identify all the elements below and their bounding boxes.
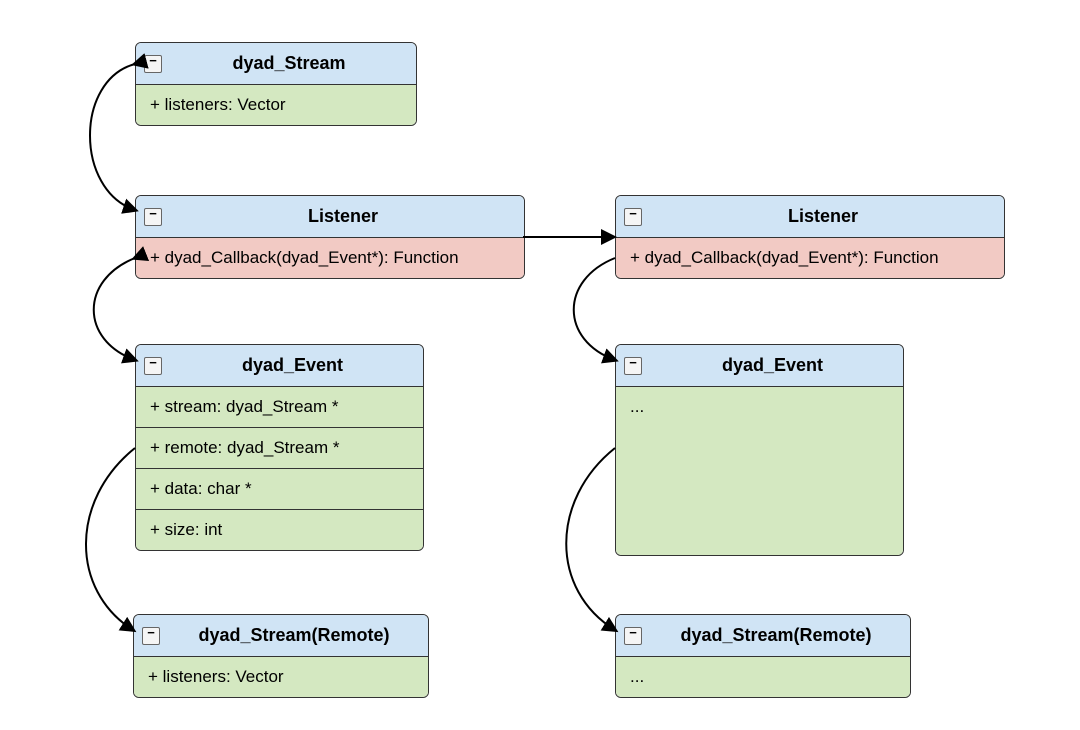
class-attribute: ... [616,657,910,697]
class-dyad-event-right: − dyad_Event ... [615,344,904,556]
collapse-toggle[interactable]: − [144,55,162,73]
class-title: − Listener [616,196,1004,238]
class-dyad-stream: − dyad_Stream + listeners: Vector [135,42,417,126]
class-attribute: + listeners: Vector [134,657,428,697]
collapse-toggle[interactable]: − [624,357,642,375]
class-attribute: + stream: dyad_Stream * [136,387,423,428]
diagram-canvas: − dyad_Stream + listeners: Vector − List… [20,20,1060,690]
collapse-toggle[interactable]: − [624,627,642,645]
collapse-toggle[interactable]: − [142,627,160,645]
class-title: − dyad_Event [136,345,423,387]
class-title: − Listener [136,196,524,238]
class-title-text: Listener [788,206,858,226]
collapse-toggle[interactable]: − [624,208,642,226]
class-title-text: dyad_Event [242,355,343,375]
class-title-text: dyad_Stream(Remote) [198,625,389,645]
class-title: − dyad_Stream [136,43,416,85]
class-listener-left: − Listener + dyad_Callback(dyad_Event*):… [135,195,525,279]
class-title-text: dyad_Stream(Remote) [680,625,871,645]
class-attribute: + size: int [136,510,423,550]
collapse-toggle[interactable]: − [144,357,162,375]
class-title: − dyad_Event [616,345,903,387]
class-title-text: dyad_Stream [232,53,345,73]
class-title-text: dyad_Event [722,355,823,375]
class-attribute: + data: char * [136,469,423,510]
class-title-text: Listener [308,206,378,226]
class-attribute: + remote: dyad_Stream * [136,428,423,469]
class-method: + dyad_Callback(dyad_Event*): Function [616,238,1004,278]
class-dyad-stream-remote-left: − dyad_Stream(Remote) + listeners: Vecto… [133,614,429,698]
class-method: + dyad_Callback(dyad_Event*): Function [136,238,524,278]
collapse-toggle[interactable]: − [144,208,162,226]
class-attribute: + listeners: Vector [136,85,416,125]
class-attribute: ... [616,387,903,427]
class-title: − dyad_Stream(Remote) [616,615,910,657]
class-listener-right: − Listener + dyad_Callback(dyad_Event*):… [615,195,1005,279]
class-title: − dyad_Stream(Remote) [134,615,428,657]
class-dyad-event-left: − dyad_Event + stream: dyad_Stream * + r… [135,344,424,551]
class-dyad-stream-remote-right: − dyad_Stream(Remote) ... [615,614,911,698]
